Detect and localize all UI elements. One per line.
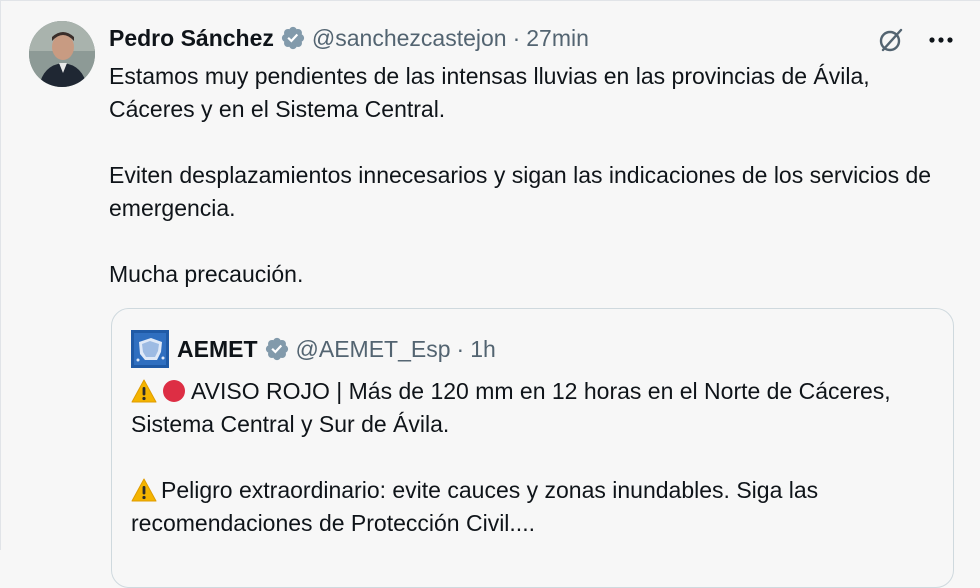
warning-emoji-icon [131,478,157,502]
verified-badge-icon [281,26,304,50]
tweet-actions [876,25,956,55]
quoted-line-2: Peligro extraordinario: evite cauces y z… [131,477,819,536]
grok-icon[interactable] [876,25,906,55]
tweet-paragraph: Eviten desplazamientos innecesarios y si… [109,162,932,221]
avatar-image [29,21,95,87]
tweet-paragraph: Mucha precaución. [109,261,304,287]
aemet-logo-icon[interactable] [131,330,169,368]
author-name[interactable]: Pedro Sánchez [109,25,274,52]
avatar[interactable] [29,21,95,87]
tweet-paragraph: Estamos muy pendientes de las intensas l… [109,63,870,122]
quoted-paragraph: AVISO ROJO | Más de 120 mm en 12 horas e… [131,375,931,441]
quoted-author-name[interactable]: AEMET [177,336,258,363]
quoted-author-handle[interactable]: @AEMET_Esp [296,336,451,363]
more-icon[interactable] [926,25,956,55]
tweet-timestamp[interactable]: 27min [526,25,589,52]
tweet-text: Estamos muy pendientes de las intensas l… [109,60,959,324]
tweet-header: Pedro Sánchez @sanchezcastejon · 27min [109,23,589,53]
quoted-paragraph: Peligro extraordinario: evite cauces y z… [131,474,931,540]
header-separator: · [512,24,521,51]
red-circle-emoji-icon [163,380,185,402]
quoted-tweet-text: AVISO ROJO | Más de 120 mm en 12 horas e… [131,375,931,573]
quoted-line-1: AVISO ROJO | Más de 120 mm en 12 horas e… [131,378,891,437]
verified-badge-icon [265,337,288,361]
quoted-tweet[interactable]: AEMET @AEMET_Esp · 1h AVISO ROJO | Más d… [111,308,954,588]
tweet-card[interactable]: Pedro Sánchez @sanchezcastejon · 27min E… [0,0,980,588]
quoted-timestamp[interactable]: 1h [470,336,496,363]
author-handle[interactable]: @sanchezcastejon [312,25,507,52]
warning-emoji-icon [131,379,157,403]
quoted-tweet-header: AEMET @AEMET_Esp · 1h [131,329,496,369]
quoted-header-separator: · [456,335,465,362]
